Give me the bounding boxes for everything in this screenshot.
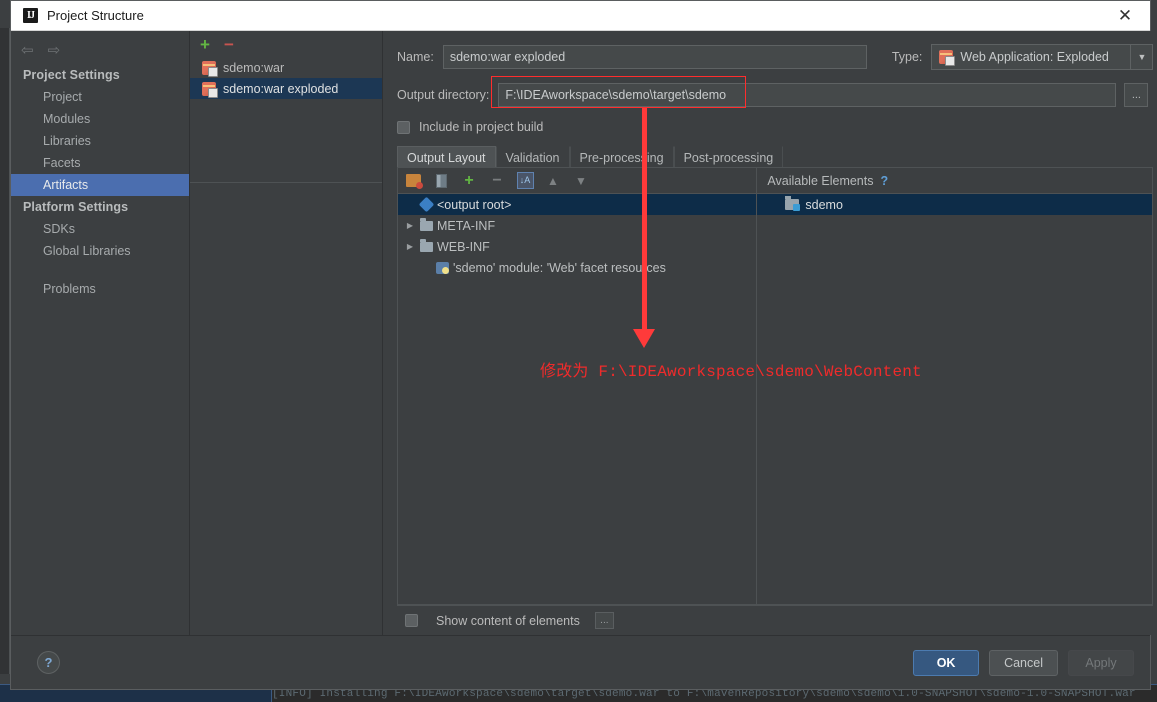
sidebar-item-project[interactable]: Project — [11, 86, 189, 108]
help-icon[interactable]: ? — [881, 174, 889, 188]
name-row: Name: sdemo:war exploded Type: Web Appli… — [397, 44, 1154, 70]
browse-output-directory-button[interactable]: ... — [1124, 83, 1149, 107]
nav-history-controls: ⇦ ⇨ — [11, 36, 189, 64]
available-elements-title: Available Elements — [767, 173, 874, 188]
module-icon — [785, 196, 801, 211]
artifact-label: sdemo:war exploded — [223, 81, 339, 96]
chevron-down-icon[interactable]: ▼ — [1130, 45, 1152, 69]
available-elements-pane: Available Elements ? sdemo — [756, 168, 1153, 604]
tree-row[interactable]: <output root> — [398, 194, 757, 215]
editor-gutter-strip — [0, 28, 10, 674]
show-content-label: Show content of elements — [436, 613, 580, 628]
show-content-checkbox[interactable] — [405, 614, 418, 627]
folder-icon — [418, 217, 434, 231]
settings-sidebar: ⇦ ⇨ Project Settings Project Modules Lib… — [11, 31, 190, 635]
remove-element-icon[interactable]: − — [488, 172, 506, 190]
tab-pre-processing[interactable]: Pre-processing — [569, 146, 674, 167]
sort-icon[interactable]: ↓A — [516, 172, 534, 190]
tree-toggle-icon[interactable]: ▶ — [402, 242, 418, 251]
ok-button[interactable]: OK — [913, 649, 980, 676]
list-item[interactable]: sdemo — [757, 194, 1153, 215]
sidebar-item-sdks[interactable]: SDKs — [11, 218, 189, 240]
sidebar-item-libraries[interactable]: Libraries — [11, 130, 189, 152]
tree-label: WEB-INF — [437, 239, 490, 254]
dialog-titlebar: IJ Project Structure ✕ — [11, 1, 1150, 31]
output-root-icon — [418, 196, 434, 213]
available-elements-header: Available Elements ? — [757, 168, 1153, 194]
move-down-icon[interactable]: ▼ — [572, 172, 590, 190]
sidebar-item-artifacts[interactable]: Artifacts — [11, 174, 189, 196]
artifact-item-war[interactable]: sdemo:war — [190, 57, 382, 78]
type-value: Web Application: Exploded — [960, 50, 1109, 64]
tab-validation[interactable]: Validation — [495, 146, 570, 167]
name-label: Name: — [397, 50, 434, 64]
type-label: Type: — [891, 50, 923, 64]
project-structure-dialog: IJ Project Structure ✕ ⇦ ⇨ Project Setti… — [10, 0, 1157, 690]
artifact-item-war-exploded[interactable]: sdemo:war exploded — [190, 78, 382, 99]
sidebar-item-facets[interactable]: Facets — [11, 152, 189, 174]
create-directory-icon[interactable] — [432, 172, 450, 190]
output-directory-label: Output directory: — [397, 88, 490, 102]
artifacts-list-panel: + − sdemo:war sdemo:war exploded — [190, 31, 383, 635]
artifacts-toolbar: + − — [190, 31, 382, 57]
include-in-build-checkbox[interactable] — [397, 120, 410, 134]
artifacts-list: sdemo:war sdemo:war exploded — [190, 57, 382, 99]
artifact-tabs: Output Layout Validation Pre-processing … — [397, 146, 1154, 168]
show-content-row: Show content of elements ... — [397, 605, 1154, 635]
output-directory-input[interactable]: F:\IDEAworkspace\sdemo\target\sdemo — [498, 83, 1117, 107]
dialog-title: Project Structure — [47, 8, 144, 23]
output-directory-row: Output directory: F:\IDEAworkspace\sdemo… — [397, 83, 1153, 107]
name-input[interactable]: sdemo:war exploded — [442, 45, 867, 69]
dialog-body: ⇦ ⇨ Project Settings Project Modules Lib… — [11, 31, 1157, 635]
available-elements-list: sdemo — [757, 194, 1153, 604]
move-up-icon[interactable]: ▲ — [544, 172, 562, 190]
sidebar-item-modules[interactable]: Modules — [11, 108, 189, 130]
sidebar-group-platform-settings: Platform Settings — [23, 200, 129, 214]
tab-post-processing[interactable]: Post-processing — [673, 146, 784, 167]
sidebar-item-global-libraries[interactable]: Global Libraries — [11, 240, 189, 262]
list-item-label: sdemo — [805, 197, 843, 212]
add-artifact-icon[interactable]: + — [200, 36, 210, 53]
folder-icon — [418, 238, 434, 252]
artifact-label: sdemo:war — [223, 60, 285, 75]
output-root-tree: <output root> ▶ META-INF ▶ WEB-INF 'sdem… — [398, 194, 757, 604]
output-layout-toolbar: + − ↓A ▲ ▼ — [398, 168, 757, 194]
forward-icon[interactable]: ⇨ — [48, 43, 61, 58]
artifact-icon — [202, 60, 218, 77]
artifact-icon — [202, 81, 218, 98]
tree-label: META-INF — [437, 218, 496, 233]
sidebar-group-project-settings: Project Settings — [23, 68, 120, 82]
back-icon[interactable]: ⇦ — [21, 43, 34, 58]
help-icon[interactable]: ? — [37, 651, 60, 674]
remove-artifact-icon[interactable]: − — [224, 36, 234, 53]
facet-icon — [434, 261, 450, 274]
tree-row[interactable]: ▶ META-INF — [398, 215, 756, 236]
close-icon[interactable]: ✕ — [1106, 1, 1144, 30]
include-in-build-row[interactable]: Include in project build — [397, 120, 1153, 134]
intellij-idea-icon: IJ — [23, 8, 38, 23]
tree-row[interactable]: 'sdemo' module: 'Web' facet resources — [398, 257, 756, 278]
tree-row[interactable]: ▶ WEB-INF — [398, 236, 756, 257]
divider — [190, 182, 382, 183]
artifact-detail-panel: Name: sdemo:war exploded Type: Web Appli… — [383, 31, 1157, 635]
apply-button[interactable]: Apply — [1068, 649, 1134, 676]
add-element-icon[interactable]: + — [460, 172, 478, 190]
sidebar-item-problems[interactable]: Problems — [11, 278, 189, 300]
tree-label: 'sdemo' module: 'Web' facet resources — [453, 260, 666, 275]
output-layout-pane: + − ↓A ▲ ▼ <output root> ▶ META-INF ▶ WE… — [398, 168, 757, 604]
artifact-icon — [939, 50, 956, 66]
include-in-build-label: Include in project build — [419, 120, 544, 134]
dialog-footer: ? OK Cancel Apply — [11, 635, 1150, 689]
tree-label: <output root> — [437, 197, 512, 212]
tab-output-layout[interactable]: Output Layout — [397, 146, 496, 167]
footer-buttons: OK Cancel Apply — [913, 649, 1134, 676]
output-layout-panes: + − ↓A ▲ ▼ <output root> ▶ META-INF ▶ WE… — [397, 168, 1154, 605]
type-dropdown[interactable]: Web Application: Exploded ▼ — [931, 44, 1154, 70]
create-archive-icon[interactable] — [404, 172, 423, 190]
cancel-button[interactable]: Cancel — [989, 649, 1058, 676]
show-content-options-button[interactable]: ... — [594, 612, 614, 629]
tree-toggle-icon[interactable]: ▶ — [402, 221, 418, 230]
